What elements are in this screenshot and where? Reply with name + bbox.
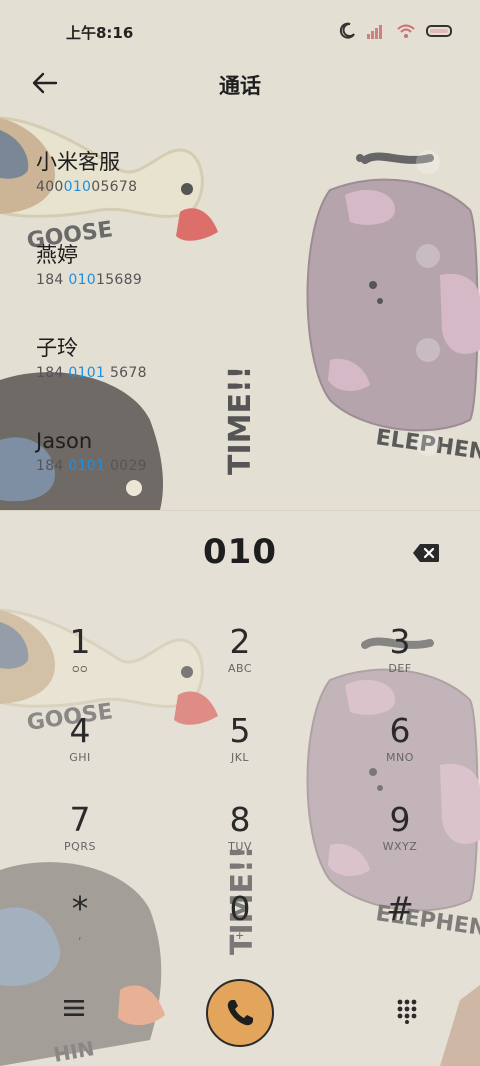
header: 通话	[0, 62, 480, 106]
key-2[interactable]: 2 ABC	[185, 622, 295, 692]
contact-name: 燕婷	[36, 243, 78, 267]
call-button[interactable]	[206, 979, 274, 1047]
wifi-icon	[397, 24, 415, 38]
status-time: 上午8:16	[66, 24, 134, 42]
contact-suggestion-3[interactable]: 子玲 184 0101 5678	[36, 334, 336, 404]
contact-number: 184 0101 0029	[36, 458, 147, 474]
key-6[interactable]: 6 MNO	[345, 711, 455, 781]
backspace-icon[interactable]	[412, 543, 440, 563]
status-bar: 上午8:16	[0, 0, 480, 62]
contact-suggestion-2[interactable]: 燕婷 184 01015689	[36, 241, 336, 311]
signal-icon	[367, 25, 382, 39]
contact-number: 184 01015689	[36, 272, 143, 288]
key-hash[interactable]: #	[345, 889, 455, 959]
dialpad-toggle-icon[interactable]	[396, 998, 418, 1024]
key-star[interactable]: *,	[25, 889, 135, 959]
page-title: 通话	[219, 74, 261, 98]
status-icons	[338, 22, 454, 40]
contact-number: 184 0101 5678	[36, 365, 147, 381]
key-5[interactable]: 5 JKL	[185, 711, 295, 781]
key-3[interactable]: 3 DEF	[345, 622, 455, 692]
contact-number: 40001005678	[36, 179, 138, 195]
key-4[interactable]: 4 GHI	[25, 711, 135, 781]
moon-icon	[339, 22, 355, 39]
contact-name: 子玲	[36, 336, 78, 360]
key-0[interactable]: 0 +	[185, 889, 295, 959]
key-1[interactable]: 1 ᴑᴑ	[25, 622, 135, 692]
contact-name: Jason	[36, 429, 93, 453]
phone-icon	[227, 1000, 253, 1026]
key-7[interactable]: 7 PQRS	[25, 800, 135, 870]
contact-suggestion-1[interactable]: 小米客服 40001005678	[36, 148, 336, 218]
dialed-number: 010	[203, 532, 277, 572]
contact-suggestion-4[interactable]: Jason 184 0101 0029	[36, 427, 336, 497]
battery-icon	[426, 25, 452, 37]
key-8[interactable]: 8 TUV	[185, 800, 295, 870]
menu-icon[interactable]	[62, 998, 86, 1018]
contact-name: 小米客服	[36, 150, 120, 174]
key-9[interactable]: 9 WXYZ	[345, 800, 455, 870]
